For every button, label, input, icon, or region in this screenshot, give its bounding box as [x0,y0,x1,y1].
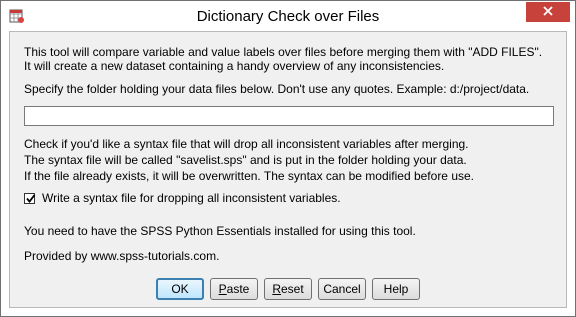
provided-by-text: Provided by www.spss-tutorials.com. [24,249,220,263]
dialog-body: This tool will compare variable and valu… [9,31,567,308]
title-bar: Dictionary Check over Files [1,1,575,31]
close-icon [542,5,554,20]
help-button[interactable]: Help [372,278,420,300]
checkmark-icon [26,193,36,203]
ok-button[interactable]: OK [156,278,204,300]
syntax-info-line-1: Check if you'd like a syntax file that w… [24,137,469,151]
folder-label: Specify the folder holding your data fil… [24,82,530,96]
cancel-button[interactable]: Cancel [318,278,366,300]
intro-text-line-1: This tool will compare variable and valu… [24,45,543,59]
intro-text-line-2: It will create a new dataset containing … [24,59,445,73]
paste-button[interactable]: Paste [210,278,258,300]
write-syntax-option[interactable]: Write a syntax file for dropping all inc… [24,191,341,205]
reset-accelerator: R [272,282,281,296]
syntax-info-line-3: If the file already exists, it will be o… [24,169,474,183]
help-button-label: Help [383,282,409,296]
reset-button-label: eset [280,282,304,296]
cancel-button-label: Cancel [323,282,361,296]
syntax-info-line-2: The syntax file will be called "savelist… [24,153,467,167]
window-title: Dictionary Check over Files [196,8,380,25]
paste-accelerator: P [218,282,227,296]
requirement-text: You need to have the SPSS Python Essenti… [24,224,416,238]
button-row: OK Paste Reset Cancel Help [10,278,566,300]
close-button[interactable] [526,2,570,22]
write-syntax-label: Write a syntax file for dropping all inc… [42,191,341,205]
dialog-window: Dictionary Check over Files This tool wi… [0,0,576,317]
ok-button-label: OK [171,282,189,296]
reset-button[interactable]: Reset [264,278,312,300]
paste-button-label: aste [226,282,250,296]
write-syntax-checkbox[interactable] [24,192,36,204]
folder-input[interactable] [24,106,554,126]
